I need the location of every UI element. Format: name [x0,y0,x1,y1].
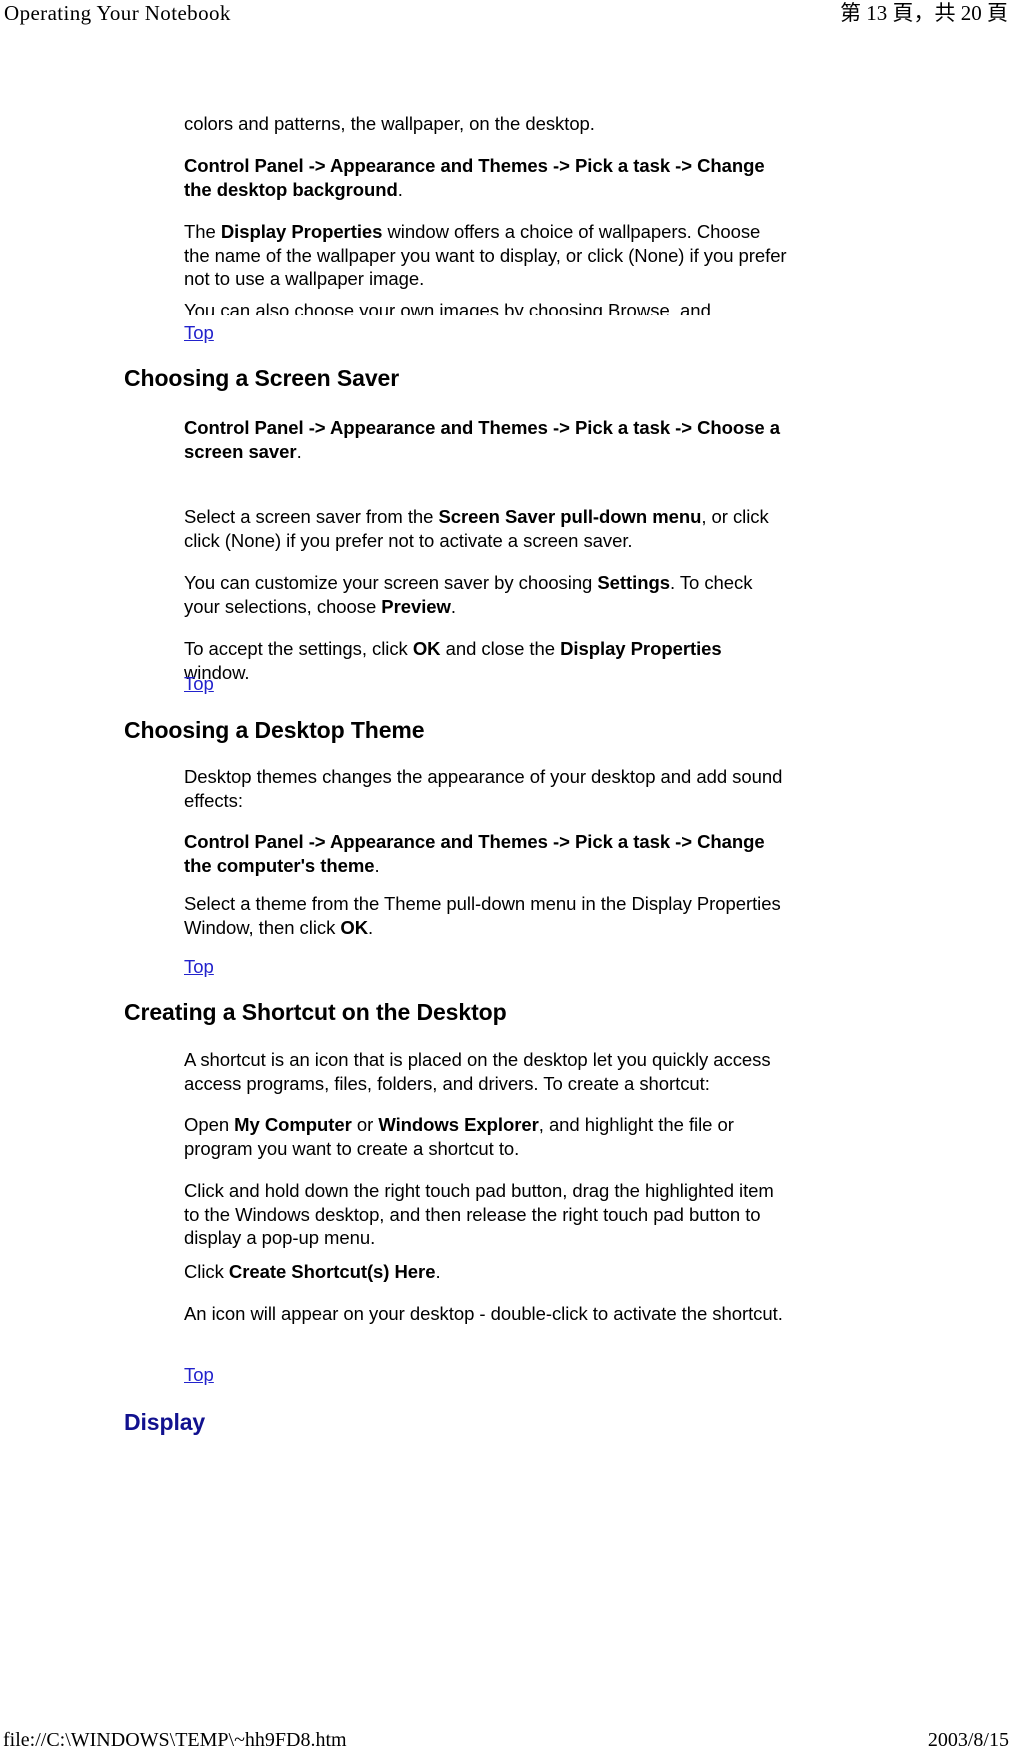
bold-screen-saver-menu: Screen Saver pull-down menu [438,506,702,527]
path-period: . [374,854,380,876]
footer-file-path: file://C:\WINDOWS\TEMP\~hh9FD8.htm [3,1729,347,1751]
paragraph-display-properties-wallpaper: The Display Properties window offers a c… [184,220,789,291]
bold-my-computer: My Computer [234,1114,352,1135]
bold-windows-explorer: Windows Explorer [378,1114,539,1135]
text-fragment: Click [184,1261,229,1282]
bold-display-properties: Display Properties [560,638,722,659]
text-fragment: . [435,1261,441,1282]
paragraph-accept-settings: To accept the settings, click OK and clo… [184,637,789,684]
bold-path-text: Control Panel -> Appearance and Themes -… [184,155,765,200]
heading-creating-a-shortcut-on-the-desktop: Creating a Shortcut on the Desktop [124,999,507,1025]
paragraph-shortcut-intro: A shortcut is an icon that is placed on … [184,1049,771,1094]
heading-display: Display [124,1409,206,1435]
paragraph-customize-screen-saver: You can customize your screen saver by c… [184,571,789,618]
header-page-indicator: 第 13 頁，共 20 頁 [840,1,1008,25]
paragraph-open-my-computer: Open My Computer or Windows Explorer, an… [184,1113,789,1160]
text-fragment: . [368,916,374,938]
top-anchor-link-2[interactable]: Top [184,672,214,696]
paragraph-desktop-theme-intro: Desktop themes changes the appearance of… [184,766,783,811]
top-anchor-link-1[interactable]: Top [184,321,214,345]
text-fragment: Select a screen saver from the [184,506,439,527]
text-fragment: . [450,595,456,617]
text-fragment: and close the [440,638,561,659]
top-anchor-link-3[interactable]: Top [184,955,214,979]
text-fragment: You can customize your screen saver by c… [184,572,598,593]
page-header: Operating Your Notebook 第 13 頁，共 20 頁 [0,0,1013,34]
bold-path-text: Control Panel -> Appearance and Themes -… [184,831,765,876]
path-period: . [397,178,403,200]
bold-ok: OK [412,638,441,659]
text-fragment: Open [184,1114,235,1135]
paragraph-icon-will-appear: An icon will appear on your desktop - do… [184,1303,783,1324]
bold-path-text: Control Panel -> Appearance and Themes -… [184,417,780,462]
path-period: . [296,440,302,462]
bold-display-properties: Display Properties [220,221,383,242]
clipped-line-browse: You can also choose your own images by c… [184,300,711,315]
footer-date: 2003/8/15 [927,1729,1009,1751]
text-fragment: or [351,1114,379,1135]
text-fragment: The [184,221,221,242]
paragraph-select-screen-saver: Select a screen saver from the Screen Sa… [184,505,789,552]
heading-choosing-a-desktop-theme: Choosing a Desktop Theme [124,717,425,743]
page-break-mask [0,315,1013,323]
paragraph-path-choose-screen-saver: Control Panel -> Appearance and Themes -… [184,416,789,463]
bold-settings: Settings [597,572,670,593]
paragraph-select-theme: Select a theme from the Theme pull-down … [184,892,789,939]
heading-choosing-a-screen-saver: Choosing a Screen Saver [124,365,400,391]
paragraph-path-change-desktop-background: Control Panel -> Appearance and Themes -… [184,154,789,201]
paragraph-wallpaper-continued: colors and patterns, the wallpaper, on t… [184,113,595,134]
bold-preview: Preview [381,595,451,617]
text-fragment: Select a theme from the Theme pull-down … [184,893,781,938]
page-footer: file://C:\WINDOWS\TEMP\~hh9FD8.htm 2003/… [0,1728,1013,1754]
header-document-title: Operating Your Notebook [4,1,231,25]
paragraph-click-create-shortcut: Click Create Shortcut(s) Here. [184,1260,789,1284]
text-fragment: To accept the settings, click [184,638,413,659]
bold-ok: OK [340,916,369,938]
paragraph-drag-to-desktop: Click and hold down the right touch pad … [184,1180,774,1248]
top-anchor-link-4[interactable]: Top [184,1363,214,1387]
paragraph-path-change-computer-theme: Control Panel -> Appearance and Themes -… [184,830,789,877]
bold-create-shortcuts-here: Create Shortcut(s) Here [228,1261,436,1282]
